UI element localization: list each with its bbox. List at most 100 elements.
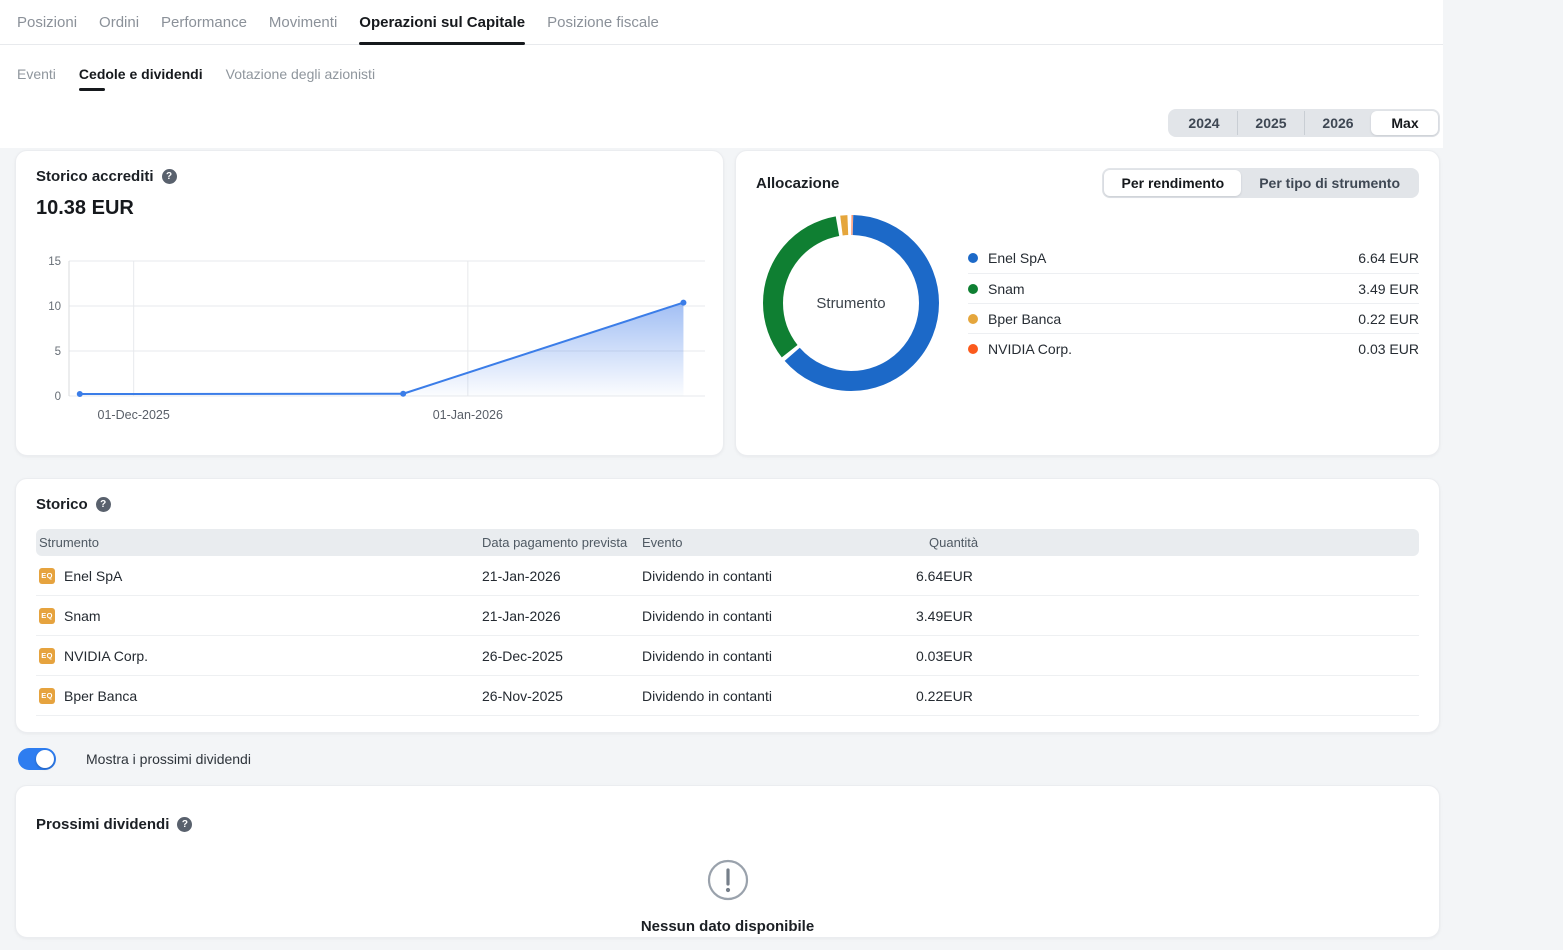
event-cell: Dividendo in contanti — [642, 648, 916, 664]
column-header-evento: Evento — [642, 535, 916, 550]
allocation-header: Allocazione Per rendimentoPer tipo di st… — [756, 168, 1419, 198]
accrual-history-card: Storico accrediti ? 10.38 EUR 05101501-D… — [15, 150, 724, 456]
accrual-history-title: Storico accrediti ? — [36, 168, 703, 185]
alert-circle-icon — [706, 858, 750, 902]
svg-text:10: 10 — [48, 301, 61, 313]
tab-posizioni[interactable]: Posizioni — [17, 0, 77, 44]
switch-knob — [36, 750, 54, 768]
legend-value: 6.64 EUR — [1358, 250, 1419, 266]
upcoming-dividends-toggle-label: Mostra i prossimi dividendi — [86, 751, 251, 767]
instrument-name: Bper Banca — [64, 688, 137, 704]
svg-text:01-Dec-2025: 01-Dec-2025 — [98, 408, 170, 422]
upcoming-dividends-title: Prossimi dividendi ? — [36, 816, 1419, 833]
period-option-max[interactable]: Max — [1371, 111, 1438, 135]
legend-item-snam: Snam 3.49 EUR — [968, 273, 1419, 303]
table-row-enel-spa[interactable]: EQ Enel SpA 21-Jan-2026Dividendo in contan… — [36, 556, 1419, 596]
instrument-name: Enel SpA — [64, 568, 122, 584]
payment-date-cell: 26-Dec-2025 — [482, 648, 642, 664]
column-header-strumento: Strumento — [36, 535, 482, 550]
accrual-total-amount: 10.38 EUR — [36, 197, 703, 220]
subtab-votazione-degli-azionisti[interactable]: Votazione degli azionisti — [226, 66, 375, 91]
quantity-cell: 6.64EUR — [916, 568, 1419, 584]
equity-badge-icon: EQ — [39, 648, 55, 664]
equity-badge-icon: EQ — [39, 688, 55, 704]
active-subtab-underline — [79, 88, 105, 91]
subtab-label: Eventi — [17, 66, 56, 82]
period-option-2024[interactable]: 2024 — [1170, 111, 1237, 135]
svg-text:01-Jan-2026: 01-Jan-2026 — [433, 408, 503, 422]
period-option-2025[interactable]: 2025 — [1237, 111, 1304, 135]
accrual-history-title-text: Storico accrediti — [36, 168, 154, 185]
period-filter-row: 202420252026Max — [15, 109, 1440, 137]
tab-performance[interactable]: Performance — [161, 0, 247, 44]
column-header-data-pagamento-prevista: Data pagamento prevista — [482, 535, 642, 550]
legend-label: Enel SpA — [988, 250, 1046, 266]
upcoming-dividends-switch[interactable] — [18, 748, 56, 770]
main-nav: Posizioni Ordini Performance Movimenti Opera… — [0, 0, 1443, 45]
tab-posizione-fiscale[interactable]: Posizione fiscale — [547, 0, 659, 44]
subtab-cedole-e-dividendi[interactable]: Cedole e dividendi — [79, 66, 203, 91]
legend-dot-icon — [968, 253, 978, 263]
instrument-cell: EQ Enel SpA — [36, 568, 482, 584]
table-row-snam[interactable]: EQSnam21-Jan-2026Dividendo in contanti3.… — [36, 596, 1419, 636]
instrument-cell: EQ NVIDIA Corp. — [36, 648, 482, 664]
legend-dot-icon — [968, 284, 978, 294]
legend-label: Bper Banca — [988, 311, 1061, 327]
tab-movimenti[interactable]: Movimenti — [269, 0, 337, 44]
table-row-nvidia-corp[interactable]: EQ NVIDIA Corp. 26-Dec-2025Dividendo in co… — [36, 636, 1419, 676]
accrual-area-chart: 05101501-Dec-202501-Jan-2026 — [36, 251, 703, 429]
legend-item-nvidia-corp: NVIDIA Corp.0.03 EUR — [968, 333, 1419, 363]
payment-date-cell: 21-Jan-2026 — [482, 568, 642, 584]
period-option-2026[interactable]: 2026 — [1304, 111, 1371, 135]
page-header: Posizioni Ordini Performance Movimenti Opera… — [0, 0, 1443, 148]
column-header-quantit: Quantità — [916, 535, 1419, 550]
content-area: Storico accrediti ? 10.38 EUR 05101501-D… — [15, 150, 1440, 938]
upcoming-dividends-card: Prossimi dividendi ? Nessun dato disponi… — [15, 785, 1440, 938]
allocation-card: Allocazione Per rendimentoPer tipo di st… — [735, 150, 1440, 456]
history-card: Storico ? StrumentoData pagamento previs… — [15, 478, 1440, 733]
allocation-legend: Enel SpA 6.64 EUR Snam 3.49 EUR Bper Banca 0.… — [968, 243, 1419, 363]
instrument-cell: EQ Bper Banca — [36, 688, 482, 704]
instrument-name: NVIDIA Corp. — [64, 648, 148, 664]
table-row-bper-banca[interactable]: EQ Bper Banca 26-Nov-2025Dividendo in cont… — [36, 676, 1419, 716]
legend-value: 3.49 EUR — [1358, 281, 1419, 297]
event-cell: Dividendo in contanti — [642, 688, 916, 704]
subtab-eventi[interactable]: Eventi — [17, 66, 56, 91]
legend-label: NVIDIA Corp. — [988, 341, 1072, 357]
help-icon[interactable]: ? — [96, 497, 111, 512]
quantity-cell: 0.22EUR — [916, 688, 1419, 704]
payment-date-cell: 26-Nov-2025 — [482, 688, 642, 704]
tab-operazioni-sul-capitale[interactable]: Operazioni sul Capitale — [359, 0, 525, 44]
upcoming-dividends-toggle-row: Mostra i prossimi dividendi — [15, 747, 1440, 771]
equity-badge-icon: EQ — [39, 608, 55, 624]
top-cards-row: Storico accrediti ? 10.38 EUR 05101501-D… — [15, 150, 1440, 456]
allocation-title: Allocazione — [756, 175, 839, 192]
sub-nav: Eventi Cedole e dividendi Votazione degli … — [0, 66, 1443, 91]
equity-badge-icon: EQ — [39, 568, 55, 584]
instrument-name: Snam — [64, 608, 101, 624]
subtab-label: Votazione degli azionisti — [226, 66, 375, 82]
event-cell: Dividendo in contanti — [642, 568, 916, 584]
tab-ordini[interactable]: Ordini — [99, 0, 139, 44]
upcoming-dividends-title-text: Prossimi dividendi — [36, 816, 169, 833]
help-icon[interactable]: ? — [177, 817, 192, 832]
history-table-header: StrumentoData pagamento previstaEventoQu… — [36, 529, 1419, 556]
quantity-cell: 0.03EUR — [916, 648, 1419, 664]
history-table-body: EQEnel SpA21-Jan-2026Dividendo in contan… — [36, 556, 1419, 716]
allocation-view-option-per-tipo-di-strumento[interactable]: Per tipo di strumento — [1241, 170, 1417, 196]
subtab-label: Cedole e dividendi — [79, 66, 203, 82]
allocation-view-toggle: Per rendimentoPer tipo di strumento — [1102, 168, 1420, 198]
empty-state-message: Nessun dato disponibile — [641, 918, 814, 935]
quantity-cell: 3.49EUR — [916, 608, 1419, 624]
svg-text:0: 0 — [55, 391, 61, 403]
instrument-cell: EQ Snam — [36, 608, 482, 624]
legend-value: 0.22 EUR — [1358, 311, 1419, 327]
legend-item-enel-spa: Enel SpA 6.64 EUR — [968, 243, 1419, 273]
history-title: Storico ? — [36, 496, 1419, 513]
period-filter: 202420252026Max — [1168, 109, 1440, 137]
payment-date-cell: 21-Jan-2026 — [482, 608, 642, 624]
legend-label: Snam — [988, 281, 1025, 297]
empty-state: Nessun dato disponibile — [36, 858, 1419, 935]
allocation-view-option-per-rendimento[interactable]: Per rendimento — [1104, 170, 1242, 196]
help-icon[interactable]: ? — [162, 169, 177, 184]
